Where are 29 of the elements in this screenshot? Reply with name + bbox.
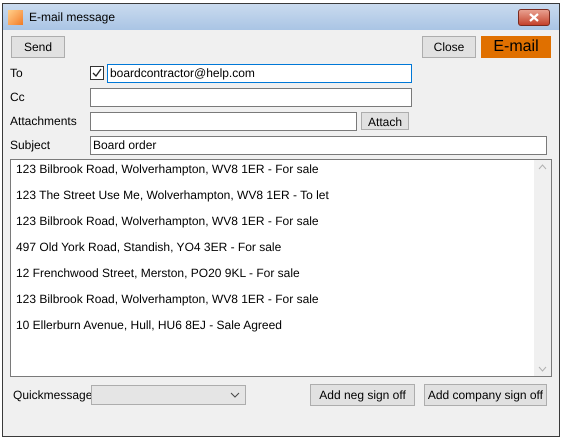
email-badge: E-mail <box>481 36 551 58</box>
send-button[interactable]: Send <box>11 36 65 58</box>
window-title: E-mail message <box>29 9 116 26</box>
add-neg-sign-off-button[interactable]: Add neg sign off <box>310 384 415 406</box>
to-checkbox[interactable] <box>90 66 104 80</box>
attachments-field[interactable] <box>90 112 357 130</box>
app-icon <box>8 10 23 24</box>
add-company-sign-off-button[interactable]: Add company sign off <box>424 384 547 406</box>
attach-button[interactable]: Attach <box>361 112 410 130</box>
message-line: 123 Bilbrook Road, Wolverhampton, WV8 1ER - For sale <box>16 162 320 178</box>
message-body[interactable] <box>10 159 552 377</box>
close-button[interactable] <box>518 8 550 26</box>
message-line: 123 Bilbrook Road, Wolverhampton, WV8 1ER - For sale <box>16 292 320 308</box>
cc-label: Cc <box>10 89 26 106</box>
close-icon <box>529 12 539 22</box>
subject-label: Subject <box>10 137 52 154</box>
quickmessage-label: Quickmessage <box>13 387 91 404</box>
to-field[interactable]: boardcontractor@help.com <box>107 64 412 82</box>
subject-field[interactable]: Board order <box>90 136 547 154</box>
message-line: 497 Old York Road, Standish, YO4 3ER - For sale <box>16 240 282 256</box>
to-label: To <box>10 65 24 82</box>
close-dialog-button[interactable]: Close <box>422 36 476 58</box>
cc-field[interactable] <box>90 88 412 106</box>
message-line: 123 The Street Use Me, Wolverhampton, WV8 1ER - To let <box>16 188 330 204</box>
message-line: 12 Frenchwood Street, Merston, PO20 9KL - For sale <box>16 266 301 282</box>
message-line: 123 Bilbrook Road, Wolverhampton, WV8 1ER - For sale <box>16 214 320 230</box>
attachments-label: Attachments <box>10 113 78 130</box>
chevron-down-icon <box>230 392 240 398</box>
message-line: 10 Ellerburn Avenue, Hull, HU6 8EJ - Sale Agreed <box>16 318 283 334</box>
